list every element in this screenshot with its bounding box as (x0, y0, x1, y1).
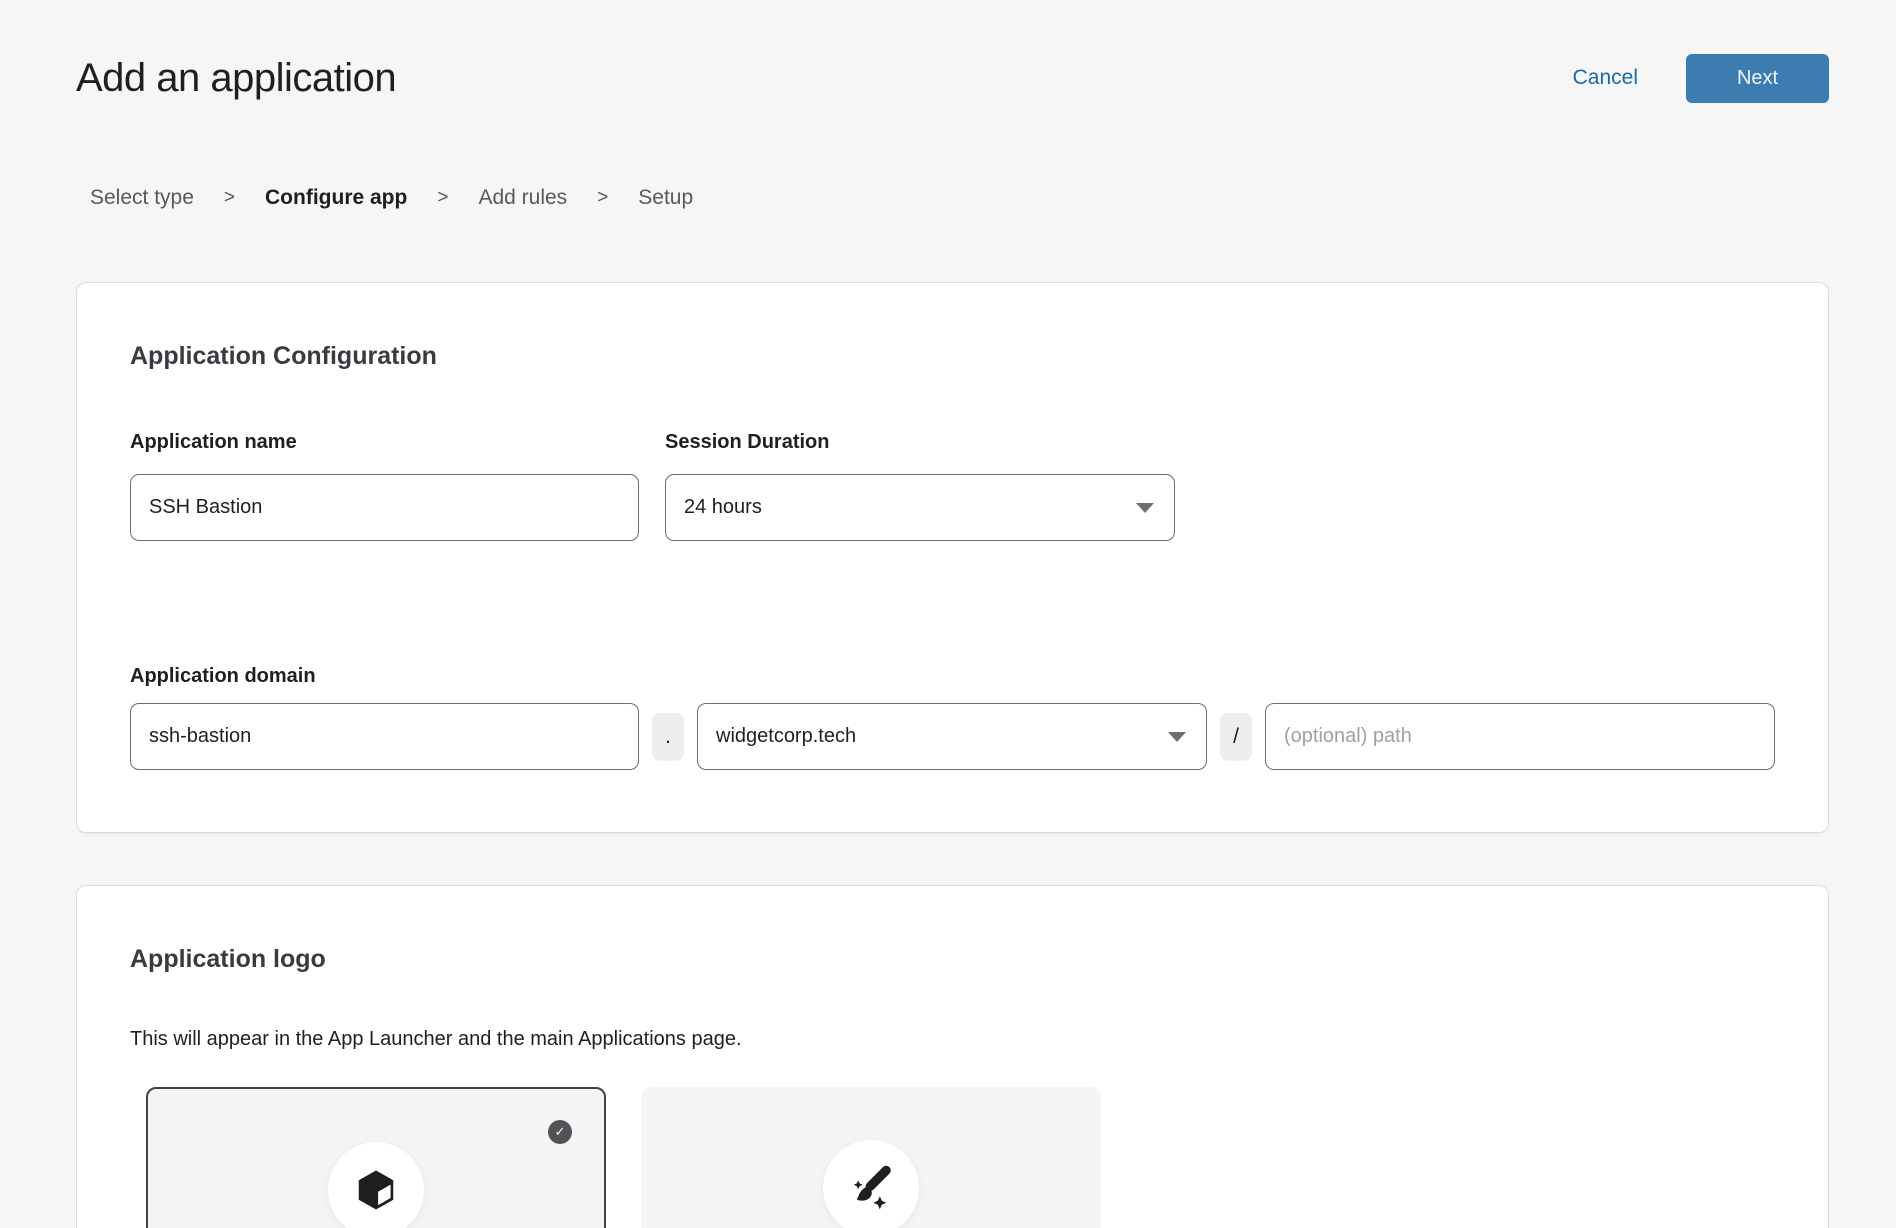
chevron-separator: > (597, 187, 608, 209)
logo-description: This will appear in the App Launcher and… (130, 1028, 1775, 1051)
application-name-input[interactable] (130, 474, 639, 541)
application-configuration-card: Application Configuration Application na… (76, 282, 1829, 833)
dot-separator: . (652, 713, 684, 761)
config-card-heading: Application Configuration (130, 341, 1775, 371)
step-select-type[interactable]: Select type (90, 186, 194, 210)
chevron-down-icon (1168, 732, 1186, 742)
check-icon: ✓ (548, 1120, 572, 1144)
logo-preview-circle (823, 1140, 919, 1228)
domain-select[interactable]: widgetcorp.tech (697, 703, 1207, 770)
slash-separator: / (1220, 713, 1252, 761)
logo-option-default[interactable]: ✓ (146, 1087, 606, 1228)
cube-icon (353, 1167, 399, 1213)
session-duration-label: Session Duration (665, 431, 1175, 454)
application-logo-card: Application logo This will appear in the… (76, 885, 1829, 1228)
step-configure-app[interactable]: Configure app (265, 186, 407, 210)
header-actions: Cancel Next (1573, 54, 1829, 103)
logo-preview-circle (328, 1142, 424, 1228)
application-name-field: Application name (130, 431, 639, 541)
application-name-label: Application name (130, 431, 639, 454)
logo-option-custom[interactable] (641, 1087, 1101, 1228)
add-application-page: Add an application Cancel Next Select ty… (0, 0, 1896, 1228)
domain-select-value: widgetcorp.tech (716, 725, 856, 748)
application-domain-row: . widgetcorp.tech / (130, 703, 1775, 770)
cancel-button[interactable]: Cancel (1573, 66, 1638, 90)
logo-card-heading: Application logo (130, 944, 1775, 974)
chevron-separator: > (224, 187, 235, 209)
application-domain-label: Application domain (130, 665, 1775, 688)
step-add-rules[interactable]: Add rules (478, 186, 567, 210)
brush-icon (847, 1164, 895, 1212)
breadcrumb: Select type > Configure app > Add rules … (90, 186, 1829, 210)
logo-options: ✓ (146, 1087, 1775, 1228)
chevron-separator: > (437, 187, 448, 209)
page-header: Add an application Cancel Next (76, 0, 1829, 104)
path-input[interactable] (1265, 703, 1775, 770)
page-title: Add an application (76, 52, 396, 104)
session-duration-field: Session Duration 24 hours (665, 431, 1175, 541)
subdomain-input[interactable] (130, 703, 639, 770)
next-button[interactable]: Next (1686, 54, 1829, 103)
session-duration-value: 24 hours (684, 496, 762, 519)
step-setup[interactable]: Setup (638, 186, 693, 210)
session-duration-select[interactable]: 24 hours (665, 474, 1175, 541)
chevron-down-icon (1136, 503, 1154, 513)
